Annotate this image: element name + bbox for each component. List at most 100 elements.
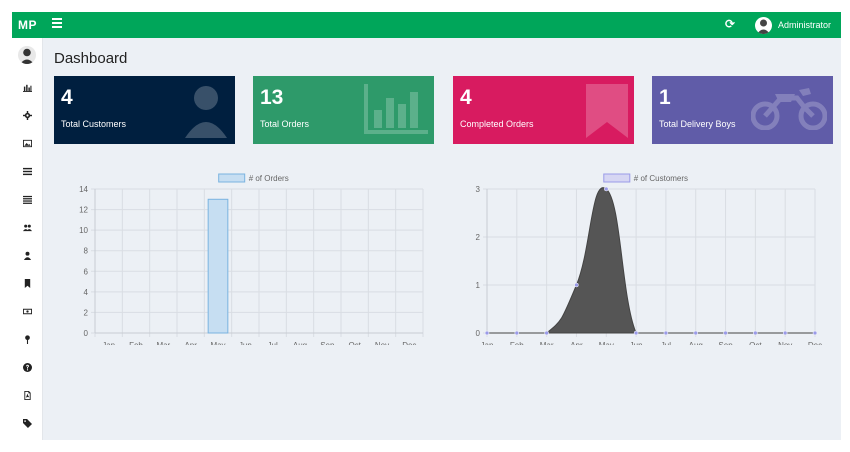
y-tick-label: 12 [79,206,88,215]
user-avatar [755,16,772,34]
data-point [484,330,490,336]
bar [207,198,229,334]
y-tick-label: 14 [79,185,88,194]
sidebar-item-locations[interactable] [12,330,43,348]
x-tick-label: Aug [293,341,307,345]
bookmark-icon [586,84,628,138]
list-icon [23,195,32,204]
tag-icon [23,418,32,428]
refresh-icon[interactable]: ⟳ [725,17,735,31]
map-pin-icon [25,334,30,344]
user-menu[interactable]: Administrator [755,16,831,34]
y-tick-label: 3 [476,185,481,194]
sidebar-item-user[interactable] [12,246,43,264]
x-tick-label: Mar [540,341,554,345]
sidebar-item-tags[interactable] [12,414,43,432]
stat-value: 4 [61,86,73,109]
x-tick-label: Apr [184,341,197,345]
stat-box-customers[interactable]: 4 Total Customers [54,76,235,144]
stat-box-orders[interactable]: 13 Total Orders [253,76,434,144]
users-icon [23,224,32,231]
brand-logo[interactable]: MP [18,18,37,32]
user-icon [185,86,227,138]
sidebar-item-help[interactable] [12,358,43,376]
x-tick-label: Oct [348,341,361,345]
data-point [514,330,520,336]
stat-value: 4 [460,86,472,109]
orders-chart: # of Orders 0 2 4 6 8 10 12 14 Jan Feb Mar Apr May Jun… [50,160,432,345]
x-tick-label: Dec [402,341,416,345]
x-tick-label: May [599,341,614,345]
stat-label: Total Delivery Boys [659,119,736,129]
data-point [693,330,698,336]
data-point [753,330,758,336]
sidebar-item-list-1[interactable] [12,162,43,180]
y-tick-label: 0 [476,329,481,338]
sidebar-item-bookmarks[interactable] [12,274,43,292]
legend-label: # of Customers [634,174,688,183]
y-tick-label: 4 [84,288,89,297]
data-point [782,330,788,336]
bar-chart-icon [364,84,428,134]
sidebar-item-users[interactable] [12,218,43,236]
bookmark-icon [24,278,31,288]
legend-swatch [218,173,246,183]
sidebar-item-images[interactable] [12,134,43,152]
x-tick-label: Oct [749,341,762,345]
x-tick-label: Sep [320,341,335,345]
y-tick-label: 8 [84,247,89,256]
data-point [574,282,579,288]
sidebar-item-settings[interactable] [12,106,43,124]
data-point [723,330,728,336]
money-icon [23,308,32,314]
motorcycle-icon [751,88,827,130]
y-tick-label: 0 [84,329,89,338]
x-tick-label: Feb [129,341,143,345]
x-tick-label: Jul [661,341,671,345]
series-area [487,187,815,334]
y-tick-label: 6 [84,267,89,276]
stat-value: 1 [659,86,671,109]
x-tick-label: Mar [156,341,170,345]
x-tick-label: Jul [268,341,278,345]
x-tick-label: Jan [102,341,115,345]
list-icon [23,167,32,175]
stat-label: Completed Orders [460,119,534,129]
y-tick-label: 1 [476,281,481,290]
sidebar [12,38,43,440]
image-icon [23,139,32,147]
x-tick-label: Feb [510,341,524,345]
sidebar-item-payments[interactable] [12,302,43,320]
x-tick-label: Apr [570,341,583,345]
question-icon [23,362,32,372]
y-tick-label: 2 [476,233,481,242]
customers-chart: # of Customers 0 1 2 3 Jan Feb Mar Apr May Jun Jul A… [442,160,824,345]
stat-label: Total Orders [260,119,310,129]
data-point [544,330,549,336]
sidebar-item-dashboard[interactable] [12,78,43,96]
hamburger-menu-icon[interactable] [52,18,62,28]
app-window: MP ⟳ Administrator Dashboard 4 Total Cus… [12,12,841,440]
gear-icon [23,110,32,120]
orders-bar-chart: # of Orders 0 2 4 6 8 10 12 14 Jan Feb Mar Apr May Jun… [79,173,424,345]
data-point [633,330,639,336]
stat-box-completed-orders[interactable]: 4 Completed Orders [453,76,634,144]
x-tick-label: Jan [481,341,494,345]
sidebar-item-list-2[interactable] [12,190,43,208]
y-tick-label: 10 [79,226,88,235]
legend-swatch [603,173,631,183]
x-tick-label: Jun [239,341,252,345]
y-tick-label: 2 [84,308,89,317]
sidebar-item-reports[interactable] [12,386,43,404]
x-tick-label: Dec [808,341,822,345]
data-point [604,186,609,192]
top-navbar: MP ⟳ Administrator [12,12,841,38]
x-tick-label: Nov [375,341,389,345]
stat-box-delivery-boys[interactable]: 1 Total Delivery Boys [652,76,833,144]
x-tick-label: Sep [718,341,733,345]
data-point [663,330,669,336]
data-point [812,330,818,336]
file-pdf-icon [24,390,31,400]
sidebar-avatar [18,46,36,64]
bar-chart-icon [23,84,32,92]
